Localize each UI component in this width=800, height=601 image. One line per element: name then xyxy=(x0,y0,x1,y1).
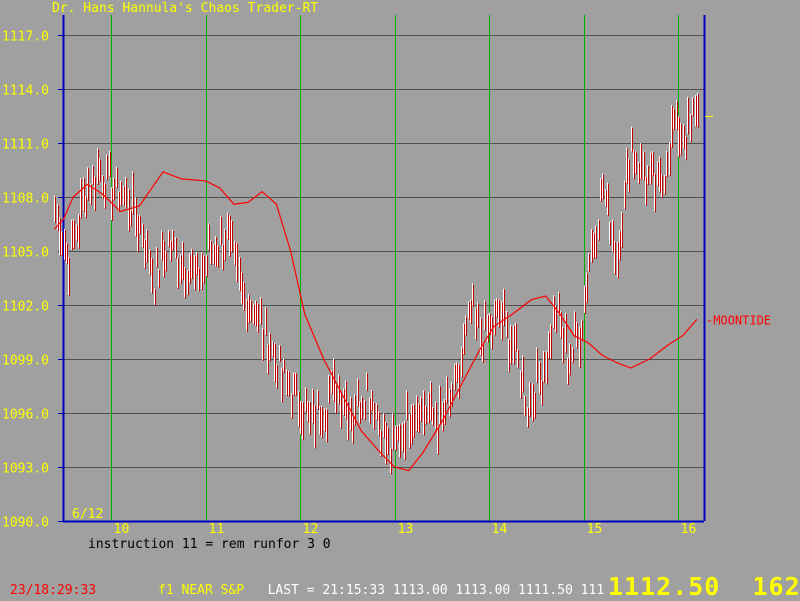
clock: 23/18:29:33 xyxy=(10,583,97,598)
annotations: -MOONTIDE xyxy=(706,313,771,327)
chart-svg: 1090.0 1093.0 1096.0 1099.0 1102.0 1105.0 1108… xyxy=(2,15,771,537)
chart-title: Dr. Hans Hannula's Chaos Trader-RT xyxy=(52,1,319,16)
y-tick-label: 1093.0 xyxy=(2,462,49,477)
moontide-line xyxy=(53,171,698,472)
date-label: 6/12 xyxy=(72,507,104,522)
y-tick-label: 1108.0 xyxy=(2,192,49,207)
instruction-line: instruction 11 = rem runfor 3 0 xyxy=(88,537,331,552)
moontide-label: -MOONTIDE xyxy=(706,313,771,327)
x-tick-label: 16 xyxy=(681,522,697,537)
x-tick-label: 10 xyxy=(114,522,130,537)
x-tick-label: 13 xyxy=(398,522,414,537)
quotes: 1113.00 1113.00 1111.50 111 xyxy=(392,583,605,598)
big-price-1: 1112.50 xyxy=(608,572,721,601)
x-tick-labels: 10 11 12 13 14 15 16 xyxy=(114,522,697,537)
y-tick-label: 1114.0 xyxy=(2,84,49,99)
big-price-2: 162.5 xyxy=(752,572,800,601)
y-tick-label: 1090.0 xyxy=(2,516,49,531)
y-tick-label: 1117.0 xyxy=(2,30,49,45)
moontide-series xyxy=(53,171,698,472)
last-time: 21:15:33 xyxy=(322,583,386,598)
x-tick-label: 15 xyxy=(587,522,603,537)
last-label: LAST = xyxy=(267,583,323,598)
y-tick-label: 1099.0 xyxy=(2,354,49,369)
grid-layer xyxy=(63,35,704,468)
status-line: f1 NEAR S&P LAST = 21:15:33 1113.00 1113… xyxy=(158,583,604,598)
x-tick-label: 14 xyxy=(492,522,508,537)
y-tick-label: 1105.0 xyxy=(2,246,49,261)
x-tick-label: 12 xyxy=(303,522,319,537)
y-tick-label: 1111.0 xyxy=(2,138,49,153)
big-prices: 1112.50 162.5 xyxy=(608,572,800,601)
y-tick-label: 1102.0 xyxy=(2,300,49,315)
x-tick-label: 11 xyxy=(209,522,225,537)
symbol: NEAR S&P xyxy=(181,583,245,598)
symbol-prefix: f1 xyxy=(158,583,182,598)
price-series xyxy=(54,92,713,475)
y-tick-label: 1096.0 xyxy=(2,408,49,423)
y-tick-labels: 1090.0 1093.0 1096.0 1099.0 1102.0 1105.0 1108… xyxy=(2,30,49,531)
